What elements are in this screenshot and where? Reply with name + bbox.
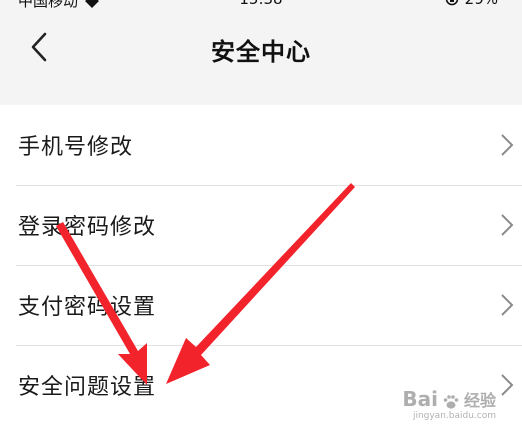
- list-item-label: 安全问题设置: [18, 375, 157, 400]
- page-title: 安全中心: [211, 38, 311, 66]
- screen: 中国移动 15:38 29% 安全中心 手机号修改: [0, 0, 522, 425]
- list-item-label: 登录密码修改: [18, 215, 157, 240]
- paw-icon: [443, 395, 459, 409]
- list-item-phone-change[interactable]: 手机号修改: [0, 105, 522, 185]
- chevron-right-icon: [501, 294, 514, 316]
- list-item-login-password[interactable]: 登录密码修改: [0, 185, 522, 265]
- settings-list: 手机号修改 登录密码修改 支付密码设置 安全问题设置: [0, 105, 522, 425]
- battery-percent: 29%: [465, 0, 498, 8]
- watermark-logo-suffix: 经验: [463, 391, 496, 410]
- list-item-label: 手机号修改: [18, 135, 134, 160]
- status-bar: 中国移动 15:38 29%: [0, 0, 522, 12]
- nav-bar: 安全中心: [0, 12, 522, 82]
- list-item-label: 支付密码设置: [18, 295, 157, 320]
- chevron-right-icon: [501, 214, 514, 236]
- baidu-jingyan-watermark: Bai 经验 jingyan.baidu.com: [402, 387, 496, 421]
- chevron-right-icon: [501, 374, 514, 396]
- rotation-lock-icon: [445, 0, 459, 6]
- list-item-payment-password[interactable]: 支付密码设置: [0, 265, 522, 345]
- chevron-right-icon: [501, 134, 514, 156]
- status-right: 29%: [445, 0, 498, 8]
- watermark-sub-text: jingyan.baidu.com: [412, 411, 496, 421]
- watermark-logo-text: Bai: [402, 387, 438, 411]
